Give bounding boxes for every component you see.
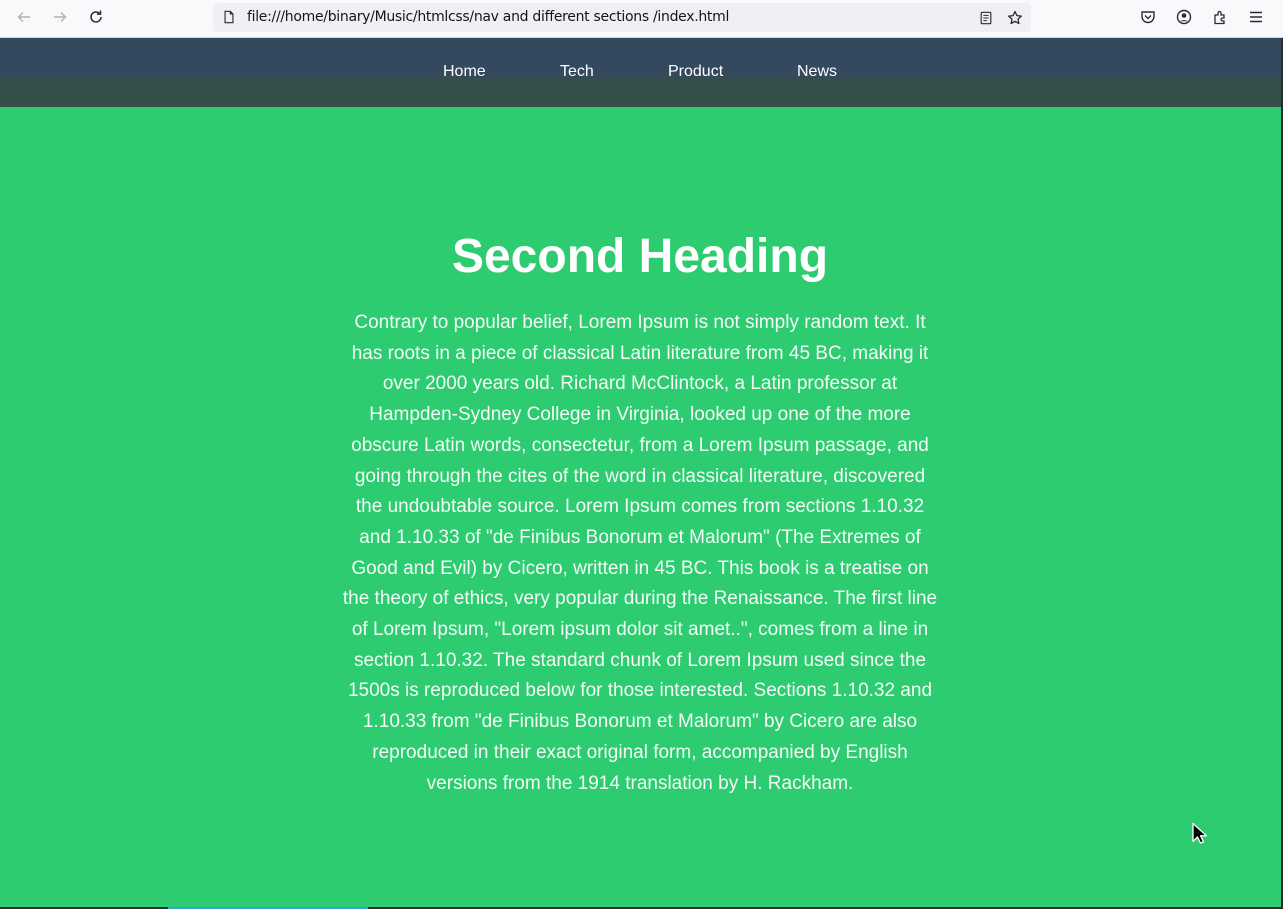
page-viewport: Home Tech Product News Second Heading Co… [0,38,1281,907]
nav-links: Home Tech Product News [0,63,1281,83]
address-bar[interactable]: file:///home/binary/Music/htmlcss/nav an… [213,3,1031,32]
mouse-cursor-icon [1192,822,1208,844]
reload-icon[interactable] [82,5,110,29]
back-arrow-icon[interactable] [10,5,38,29]
section-paragraph: Contrary to popular belief, Lorem Ipsum … [342,312,938,794]
pocket-icon[interactable] [1134,5,1162,29]
nav-link-home[interactable]: Home [443,63,486,81]
extensions-icon[interactable] [1206,5,1234,29]
reader-view-icon[interactable] [977,9,995,27]
nav-link-news[interactable]: News [797,63,837,81]
menu-icon[interactable] [1242,5,1270,29]
top-navigation: Home Tech Product News [0,38,1281,107]
page-icon [221,9,237,25]
content-section: Second Heading Contrary to popular belie… [340,228,940,799]
nav-link-tech[interactable]: Tech [560,63,594,81]
section-heading: Second Heading [451,230,829,283]
bookmark-star-icon[interactable] [1005,8,1025,28]
account-icon[interactable] [1170,5,1198,29]
nav-link-product[interactable]: Product [668,63,723,81]
url-text[interactable]: file:///home/binary/Music/htmlcss/nav an… [247,9,729,25]
browser-toolbar: file:///home/binary/Music/htmlcss/nav an… [0,0,1283,38]
forward-arrow-icon[interactable] [46,5,74,29]
